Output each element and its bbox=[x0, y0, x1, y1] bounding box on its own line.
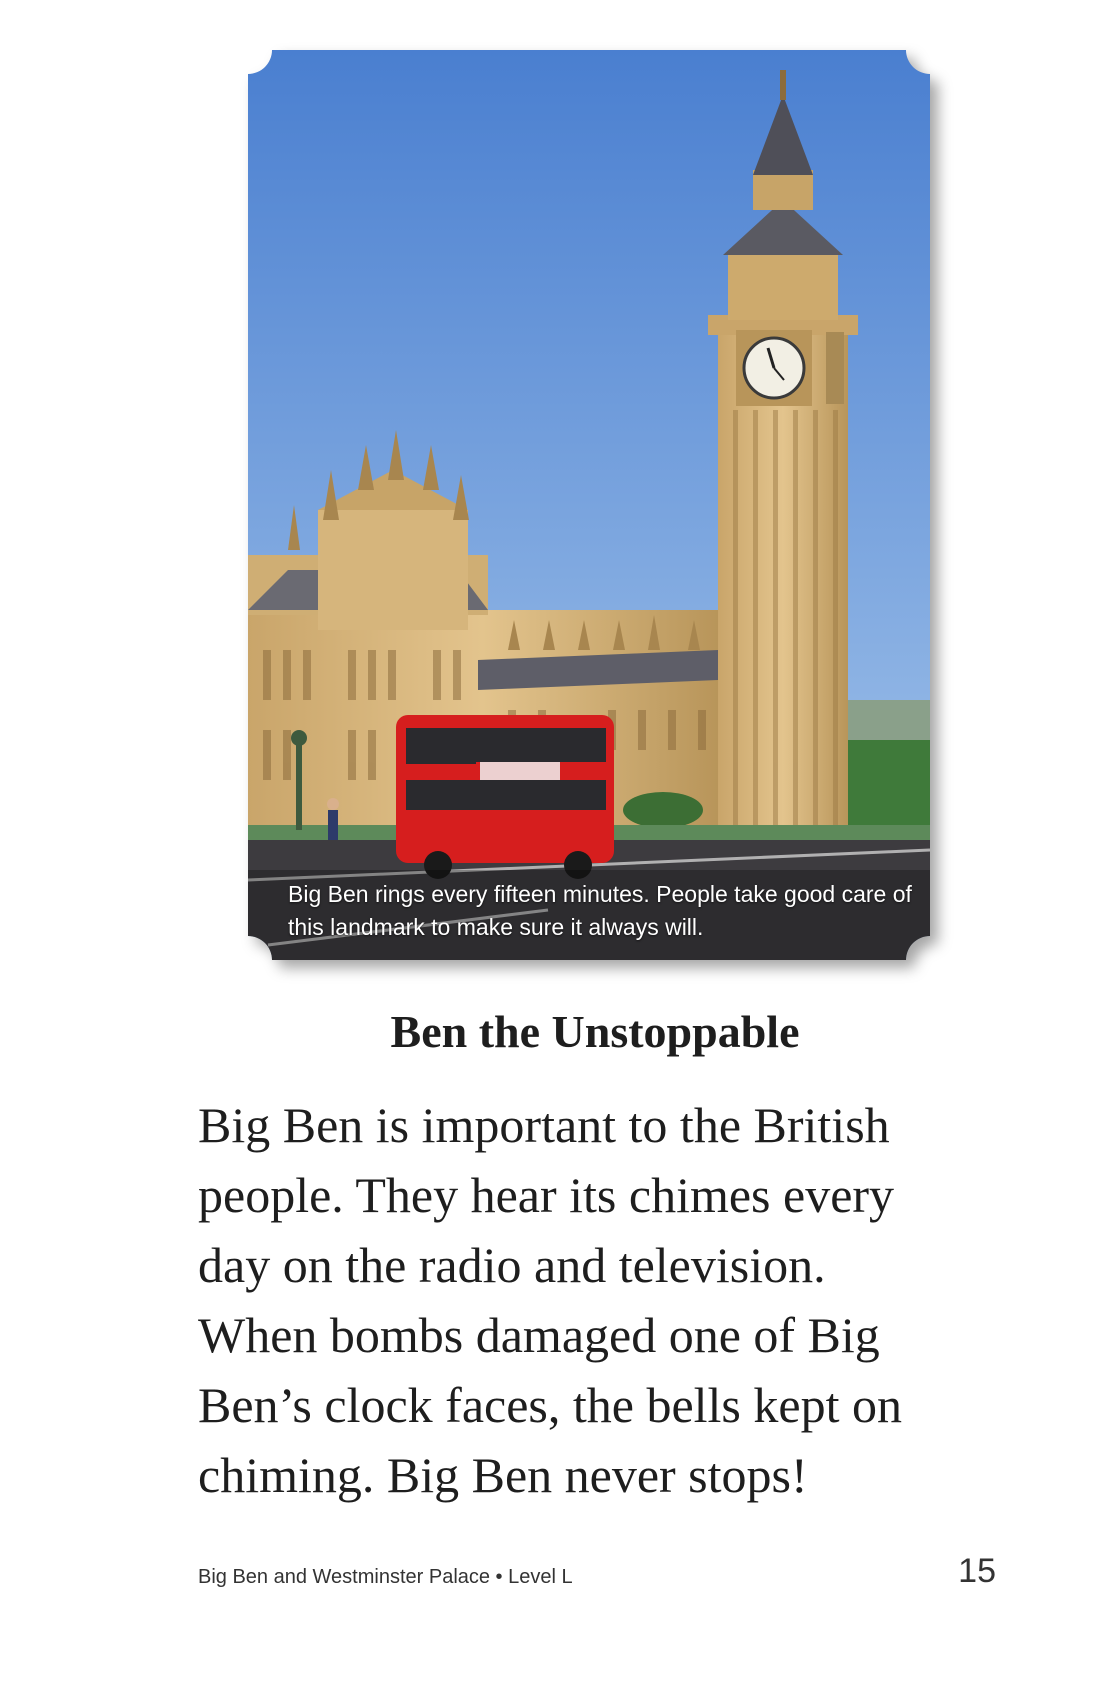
red-double-decker-bus bbox=[396, 715, 614, 879]
photo-caption: Big Ben rings every fifteen minutes. Peo… bbox=[288, 881, 912, 940]
body-line: people. They hear its chimes every bbox=[198, 1167, 895, 1223]
big-ben-photo bbox=[248, 50, 930, 960]
body-line: Big Ben is important to the British bbox=[198, 1097, 890, 1153]
photo-frame bbox=[248, 50, 930, 960]
body-line: When bombs damaged one of Big bbox=[198, 1307, 880, 1363]
page-number: 15 bbox=[958, 1552, 996, 1590]
body-line: Ben’s clock faces, the bells kept on bbox=[198, 1377, 902, 1433]
section-heading: Ben the Unstoppable bbox=[390, 1006, 800, 1057]
body-paragraph: Big Ben is important to the British peop… bbox=[198, 1090, 998, 1510]
body-line: chiming. Big Ben never stops! bbox=[198, 1447, 808, 1503]
footer-book-title: Big Ben and Westminster Palace • Level L bbox=[198, 1566, 573, 1588]
body-line: day on the radio and television. bbox=[198, 1237, 826, 1293]
